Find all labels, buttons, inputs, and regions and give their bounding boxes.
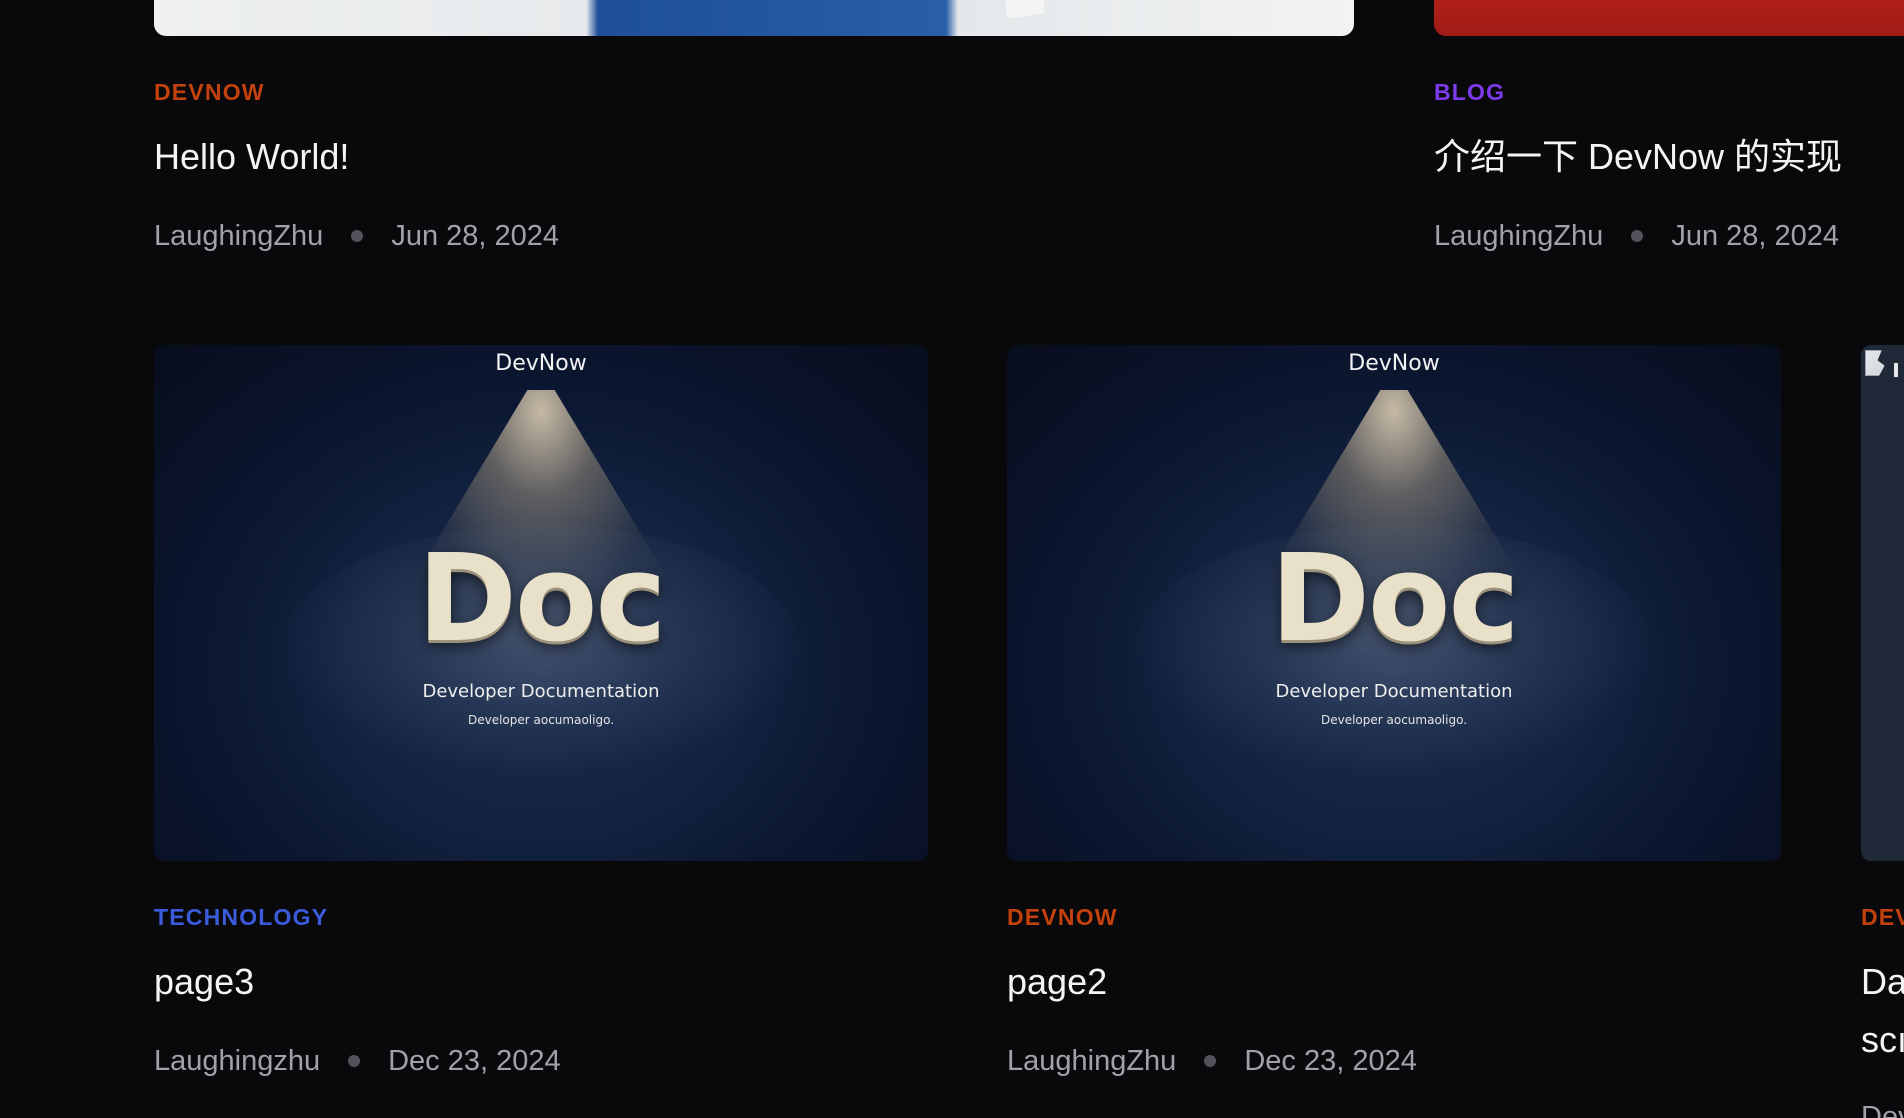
meta-separator-dot	[348, 1055, 361, 1067]
thumbnail-headline: Doc	[1270, 530, 1519, 669]
broken-image-icon	[1865, 350, 1885, 376]
post-category[interactable]: DEVNOW	[1007, 904, 1118, 930]
post-title-line-2[interactable]: scı	[1861, 1018, 1904, 1062]
post-meta: Laughingzhu Dec 23, 2024	[154, 1044, 561, 1078]
post-title-line-1[interactable]: Da	[1861, 960, 1904, 1004]
post-author: LaughingZhu	[1007, 1045, 1177, 1077]
meta-separator-dot	[1631, 230, 1644, 242]
post-author: LaughingZhu	[154, 220, 324, 252]
post-date: Jun 28, 2024	[391, 220, 560, 252]
thumbnail-brand: DevNow	[1348, 351, 1440, 376]
post-thumbnail-page3[interactable]: DevNow Doc Developer Documentation Devel…	[154, 345, 928, 861]
post-thumbnail-broken-image[interactable]	[1861, 345, 1904, 861]
thumbnail-caption: Developer aocumaoligo.	[467, 713, 615, 727]
post-category[interactable]: BLOG	[1434, 79, 1505, 105]
blog-post-grid: DEVNOW Hello World! LaughingZhu Jun 28, …	[0, 0, 1904, 1118]
post-title[interactable]: 介绍一下 DevNow 的实现	[1434, 135, 1842, 179]
post-author: LaughingZhu	[1434, 220, 1604, 252]
thumbnail-subtitle: Developer Documentation	[1275, 681, 1513, 702]
post-date: Dec 23, 2024	[388, 1045, 561, 1077]
post-category[interactable]: DEVNOW	[154, 79, 265, 105]
broken-image-icon	[1894, 363, 1898, 377]
meta-separator-dot	[351, 230, 364, 242]
post-author: Dev	[1861, 1101, 1904, 1118]
post-title[interactable]: Hello World!	[154, 135, 349, 179]
thumbnail-detail	[1004, 0, 1046, 19]
post-title[interactable]: page3	[154, 960, 254, 1004]
post-thumbnail-devnow-intro[interactable]	[1434, 0, 1904, 36]
post-category[interactable]: TECHNOLOGY	[154, 904, 328, 930]
post-date: Jun 28, 2024	[1671, 220, 1840, 252]
thumbnail-subtitle: Developer Documentation	[422, 681, 660, 702]
post-date: Dec 23, 2024	[1244, 1045, 1417, 1077]
post-meta: LaughingZhu Jun 28, 2024	[154, 219, 559, 253]
post-meta: LaughingZhu Dec 23, 2024	[1007, 1044, 1417, 1078]
thumbnail-brand: DevNow	[495, 351, 587, 376]
meta-separator-dot	[1204, 1055, 1217, 1067]
post-category[interactable]: DEV	[1861, 904, 1904, 930]
post-thumbnail-page2[interactable]: DevNow Doc Developer Documentation Devel…	[1007, 345, 1781, 861]
post-title[interactable]: page2	[1007, 960, 1107, 1004]
post-thumbnail-hello-world[interactable]	[154, 0, 1354, 36]
thumbnail-headline: Doc	[417, 530, 666, 669]
post-meta: Dev	[1861, 1100, 1904, 1118]
post-author: Laughingzhu	[154, 1045, 321, 1077]
thumbnail-caption: Developer aocumaoligo.	[1320, 713, 1468, 727]
post-meta: LaughingZhu Jun 28, 2024	[1434, 219, 1839, 253]
